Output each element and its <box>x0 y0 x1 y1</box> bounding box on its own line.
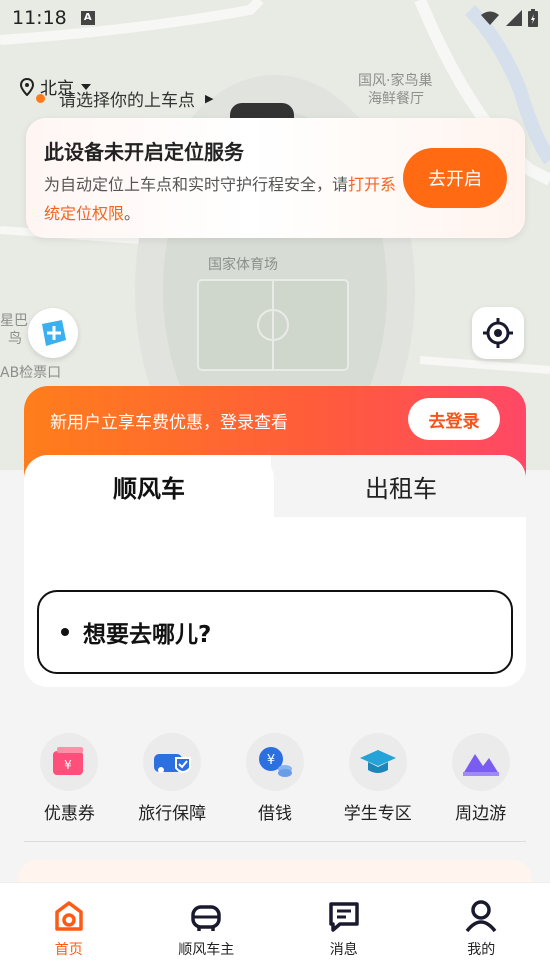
login-button[interactable]: 去登录 <box>408 398 500 440</box>
tab-hitch[interactable]: 顺风车 <box>24 455 274 517</box>
graduation-cap-icon <box>348 733 407 791</box>
car-shield-icon <box>143 733 202 791</box>
nav-profile-label: 我的 <box>467 942 496 958</box>
destination-placeholder: 想要去哪儿? <box>83 622 212 648</box>
coupon-icon: ¥ <box>40 733 99 791</box>
nav-home-label: 首页 <box>54 942 83 958</box>
location-card-desc-text: 为自动定位上车点和实时守护行程安全，请 <box>44 175 349 194</box>
nav-home[interactable]: 首页 <box>0 883 138 979</box>
enable-location-button[interactable]: 去开启 <box>403 148 507 208</box>
message-icon <box>329 902 359 932</box>
service-coupon[interactable]: ¥ 优惠券 <box>18 733 121 825</box>
insurance-plus-button[interactable] <box>28 308 78 358</box>
map-label-restaurant: 国风·家鸟巢 <box>358 73 433 89</box>
nav-messages-label: 消息 <box>329 942 358 958</box>
svg-text:¥: ¥ <box>65 758 73 772</box>
map-label-stadium: 国家体育场 <box>208 257 278 273</box>
services-row: ¥ 优惠券 旅行保障 ¥ 借钱 学生专区 周边游 <box>18 733 532 825</box>
map-label-bird: 鸟 <box>8 331 22 347</box>
crosshair-icon <box>483 318 513 348</box>
map-label-starbucks: 星巴 <box>0 313 28 329</box>
map-label-ticket-gate: AB检票口 <box>0 365 62 381</box>
signal-icon <box>506 10 522 26</box>
location-pin-icon <box>20 77 34 96</box>
destination-dot <box>61 628 69 636</box>
notification-a-icon: A <box>80 11 95 25</box>
service-student-zone[interactable]: 学生专区 <box>326 733 429 825</box>
yuan-coins-icon: ¥ <box>245 733 304 791</box>
pickup-dot <box>36 94 45 103</box>
service-student-zone-label: 学生专区 <box>343 804 412 824</box>
profile-icon <box>465 900 497 933</box>
bottom-navigation: 首页 顺风车主 消息 我的 <box>0 882 550 979</box>
my-location-button[interactable] <box>472 307 524 359</box>
shield-plus-icon <box>42 320 66 346</box>
svg-text:¥: ¥ <box>267 753 275 768</box>
nav-driver[interactable]: 顺风车主 <box>138 883 276 979</box>
section-divider <box>24 841 526 842</box>
status-bar: 11:18 A <box>0 0 550 36</box>
pickup-arrow-icon: ▶ <box>205 92 214 105</box>
battery-icon <box>528 9 538 27</box>
status-time: 11:18 <box>12 7 67 29</box>
map-label-restaurant-sub: 海鲜餐厅 <box>368 91 424 107</box>
service-coupon-label: 优惠券 <box>43 804 95 824</box>
location-card-title: 此设备未开启定位服务 <box>44 140 244 164</box>
home-icon <box>55 901 83 931</box>
nav-driver-label: 顺风车主 <box>178 942 235 958</box>
service-borrow-money[interactable]: ¥ 借钱 <box>224 733 327 825</box>
service-travel-insurance-label: 旅行保障 <box>138 804 207 824</box>
service-travel-insurance[interactable]: 旅行保障 <box>121 733 224 825</box>
location-card-description: 为自动定位上车点和实时守护行程安全，请打开系统定位权限。 <box>44 170 404 228</box>
pickup-selector[interactable]: 请选择你的上车点 ▶ <box>36 86 213 111</box>
destination-input[interactable]: 想要去哪儿? <box>37 590 513 674</box>
service-nearby-travel-label: 周边游 <box>455 804 507 824</box>
location-card-desc-end: 。 <box>124 204 141 223</box>
promo-text: 新用户立享车费优惠，登录查看 <box>50 413 288 433</box>
driver-icon <box>191 905 221 931</box>
service-nearby-travel[interactable]: 周边游 <box>429 733 532 825</box>
tab-taxi[interactable]: 出租车 <box>276 455 526 517</box>
nav-profile[interactable]: 我的 <box>413 883 550 979</box>
pickup-placeholder: 请选择你的上车点 <box>59 91 195 111</box>
mountain-icon <box>451 733 510 791</box>
nav-messages[interactable]: 消息 <box>275 883 413 979</box>
location-disabled-card: 此设备未开启定位服务 为自动定位上车点和实时守护行程安全，请打开系统定位权限。 … <box>26 118 525 238</box>
service-borrow-money-label: 借钱 <box>257 804 292 824</box>
wifi-icon <box>481 11 499 25</box>
